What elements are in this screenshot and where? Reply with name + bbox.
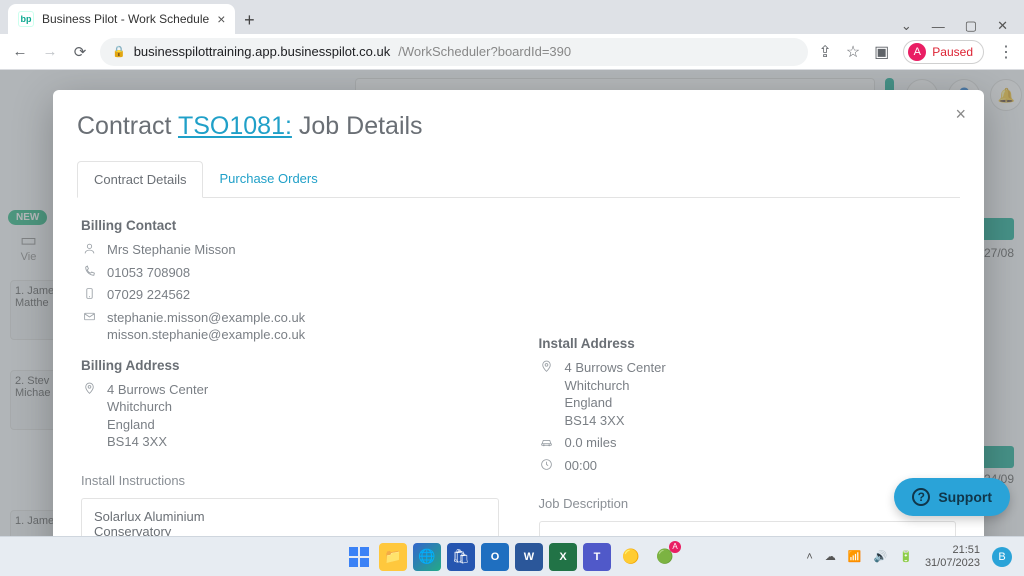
close-icon[interactable]: ✕ <box>997 18 1008 34</box>
billing-address: 4 Burrows Center Whitchurch England BS14… <box>107 381 208 451</box>
contact-name: Mrs Stephanie Misson <box>107 241 236 259</box>
pin-icon <box>539 360 555 373</box>
maximize-icon[interactable]: ▢ <box>965 18 977 34</box>
install-miles: 0.0 miles <box>565 434 617 452</box>
billing-contact-heading: Billing Contact <box>81 218 499 233</box>
profile-state: Paused <box>932 45 973 59</box>
outlook-icon[interactable]: O <box>481 543 509 571</box>
explorer-icon[interactable]: 📁 <box>379 543 407 571</box>
install-instructions-heading: Install Instructions <box>81 473 499 488</box>
url-field[interactable]: 🔒 businesspilottraining.app.businesspilo… <box>100 38 808 66</box>
job-details-modal: × Contract TSO1081: Job Details Contract… <box>53 90 984 576</box>
clock[interactable]: 21:51 31/07/2023 <box>925 544 980 569</box>
tab-purchase-orders[interactable]: Purchase Orders <box>203 161 333 197</box>
window-controls: ⌄ — ▢ ✕ <box>901 18 1016 34</box>
contact-mobile-row: 07029 224562 <box>81 286 499 304</box>
kebab-icon[interactable]: ⋮ <box>998 42 1014 62</box>
support-button[interactable]: ? Support <box>894 478 1010 516</box>
start-button[interactable] <box>345 543 373 571</box>
right-column: Install Address 4 Burrows Center Whitchu… <box>539 212 957 576</box>
volume-icon[interactable]: 🔊 <box>874 550 888 563</box>
clock-date: 31/07/2023 <box>925 557 980 570</box>
avatar-badge: A <box>669 541 681 553</box>
person-icon <box>81 242 97 255</box>
support-icon: ? <box>912 488 930 506</box>
favicon: bp <box>18 11 34 27</box>
toolbar-right: ⇪ ☆ ▣ A Paused ⋮ <box>818 40 1014 64</box>
panel-icon[interactable]: ▣ <box>874 42 889 62</box>
taskbar: 📁 🌐 🛍 O W X T 🟡 🟢A ˄ ☁ 📶 🔊 🔋 21:51 31/07… <box>0 536 1024 576</box>
install-time: 00:00 <box>565 457 598 475</box>
mail-icon <box>81 310 97 323</box>
star-icon[interactable]: ☆ <box>846 42 860 62</box>
install-time-row: 00:00 <box>539 457 957 475</box>
avatar: A <box>908 43 926 61</box>
chevron-down-icon[interactable]: ⌄ <box>901 18 912 34</box>
close-tab-icon[interactable]: × <box>217 11 225 27</box>
onedrive-icon[interactable]: ☁ <box>825 550 836 563</box>
billing-address-heading: Billing Address <box>81 358 499 373</box>
system-tray: ˄ ☁ 📶 🔊 🔋 21:51 31/07/2023 B <box>806 544 1024 569</box>
modal-close-button[interactable]: × <box>955 104 966 125</box>
modal-title: Contract TSO1081: Job Details <box>77 112 960 141</box>
lock-icon: 🔒 <box>112 45 126 58</box>
contact-phone: 01053 708908 <box>107 264 190 282</box>
teams-icon[interactable]: T <box>583 543 611 571</box>
page-viewport: ≡ Type to search ⌕ ? 👤 🔔 NEW ▭ Vie 2023 … <box>0 70 1024 576</box>
title-prefix: Contract <box>77 112 178 140</box>
minimize-icon[interactable]: — <box>932 19 945 34</box>
install-address-heading: Install Address <box>539 336 957 351</box>
left-column: Billing Contact Mrs Stephanie Misson 010… <box>81 212 499 576</box>
tab-contract-details[interactable]: Contract Details <box>77 161 203 198</box>
pin-icon <box>81 382 97 395</box>
word-icon[interactable]: W <box>515 543 543 571</box>
tab-title: Business Pilot - Work Schedule <box>42 12 209 26</box>
address-bar: ← → ⟳ 🔒 businesspilottraining.app.busine… <box>0 34 1024 70</box>
modal-tabs: Contract Details Purchase Orders <box>77 161 960 198</box>
chrome-active-icon[interactable]: 🟢A <box>651 543 679 571</box>
contact-phone-row: 01053 708908 <box>81 264 499 282</box>
spacer <box>539 212 957 330</box>
install-address-row: 4 Burrows Center Whitchurch England BS14… <box>539 359 957 429</box>
title-suffix: Job Details <box>292 112 423 140</box>
tray-chevron-icon[interactable]: ˄ <box>806 551 812 563</box>
url-path: /WorkScheduler?boardId=390 <box>398 44 571 59</box>
clock-icon <box>539 458 555 471</box>
car-icon <box>539 435 555 448</box>
share-icon[interactable]: ⇪ <box>818 42 831 62</box>
contact-email-2: misson.stephanie@example.co.uk <box>107 327 305 342</box>
contact-email-row: stephanie.misson@example.co.uk misson.st… <box>81 309 499 344</box>
contact-email-1: stephanie.misson@example.co.uk <box>107 310 305 325</box>
excel-icon[interactable]: X <box>549 543 577 571</box>
battery-icon[interactable]: 🔋 <box>899 550 913 563</box>
url-host: businesspilottraining.app.businesspilot.… <box>134 44 391 59</box>
back-button[interactable]: ← <box>10 43 30 60</box>
tab-strip: bp Business Pilot - Work Schedule × + ⌄ … <box>0 0 1024 34</box>
mobile-icon <box>81 287 97 300</box>
clock-time: 21:51 <box>925 544 980 557</box>
support-label: Support <box>938 489 992 505</box>
contract-id-link[interactable]: TSO1081: <box>178 112 292 140</box>
reload-button[interactable]: ⟳ <box>70 43 90 61</box>
browser-window: bp Business Pilot - Work Schedule × + ⌄ … <box>0 0 1024 576</box>
contact-emails: stephanie.misson@example.co.uk misson.st… <box>107 309 305 344</box>
browser-tab[interactable]: bp Business Pilot - Work Schedule × <box>8 4 235 34</box>
chrome-icon[interactable]: 🟡 <box>617 543 645 571</box>
install-address: 4 Burrows Center Whitchurch England BS14… <box>565 359 666 429</box>
install-miles-row: 0.0 miles <box>539 434 957 452</box>
taskbar-center: 📁 🌐 🛍 O W X T 🟡 🟢A <box>345 543 679 571</box>
contact-name-row: Mrs Stephanie Misson <box>81 241 499 259</box>
contact-mobile: 07029 224562 <box>107 286 190 304</box>
wifi-icon[interactable]: 📶 <box>848 550 862 563</box>
details-panel: Billing Contact Mrs Stephanie Misson 010… <box>77 198 960 576</box>
new-tab-button[interactable]: + <box>235 6 263 34</box>
user-badge[interactable]: B <box>992 547 1012 567</box>
billing-address-row: 4 Burrows Center Whitchurch England BS14… <box>81 381 499 451</box>
store-icon[interactable]: 🛍 <box>447 543 475 571</box>
forward-button[interactable]: → <box>40 43 60 60</box>
phone-icon <box>81 265 97 278</box>
edge-icon[interactable]: 🌐 <box>413 543 441 571</box>
profile-chip[interactable]: A Paused <box>903 40 984 64</box>
